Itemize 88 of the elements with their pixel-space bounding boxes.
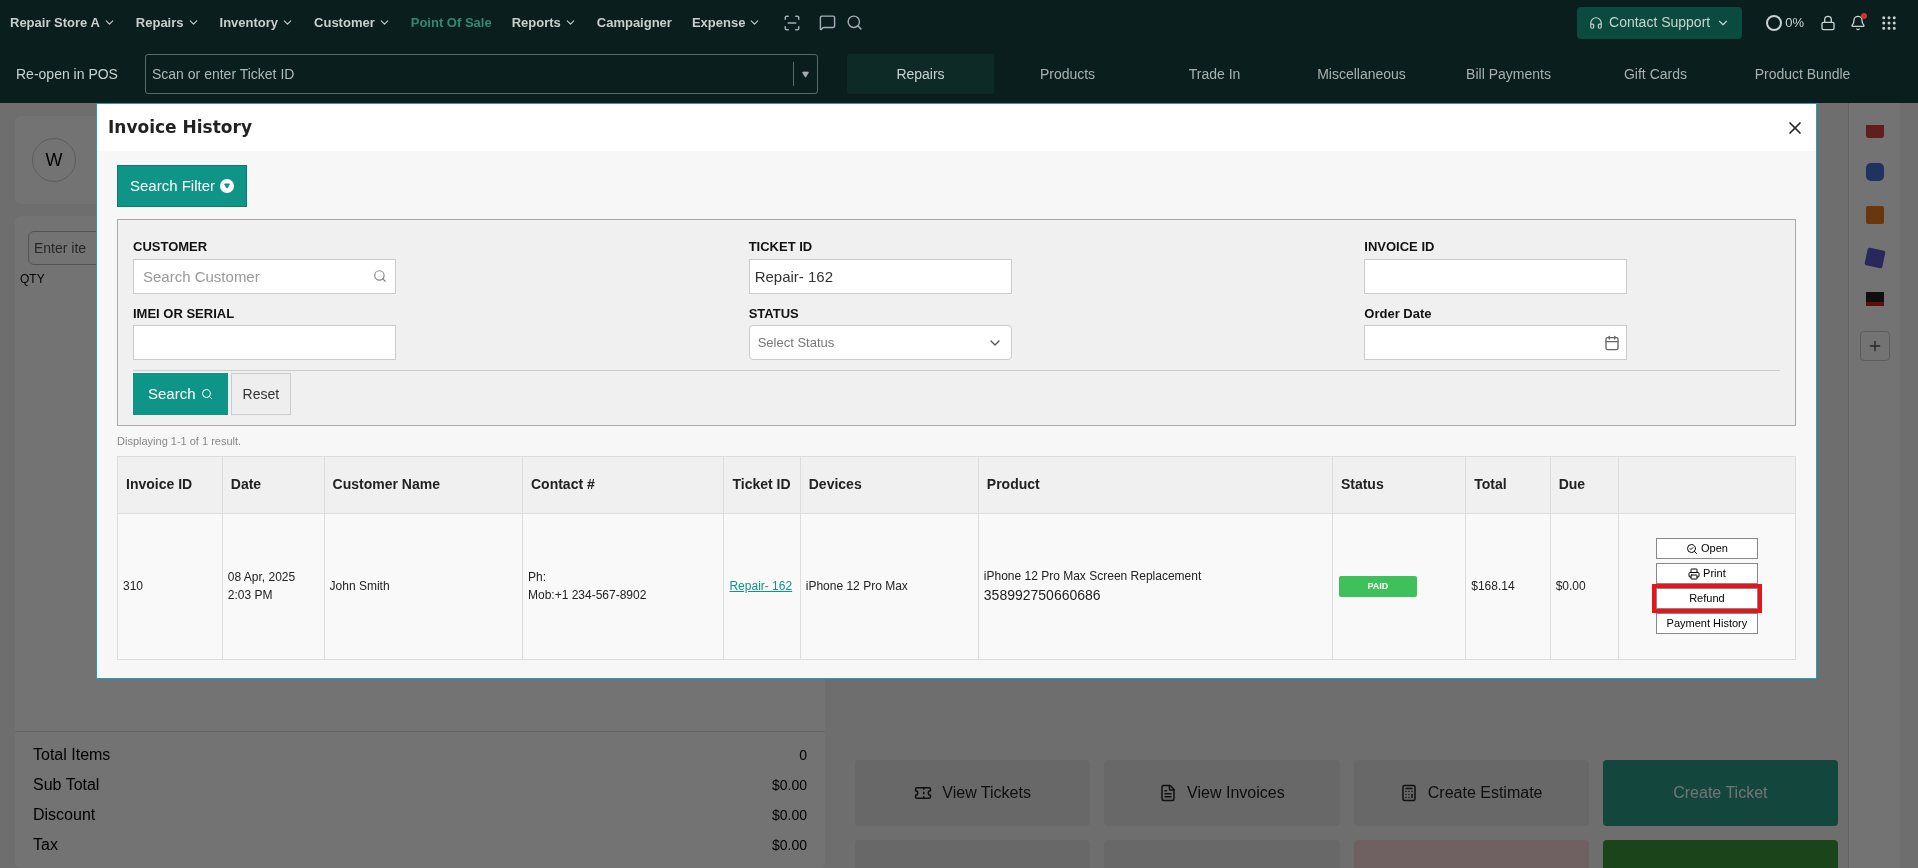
total-value: $0.00 <box>771 775 807 795</box>
field-label: Order Date <box>1364 304 1433 323</box>
progress-text: 0% <box>1785 13 1804 32</box>
pos-tab[interactable]: Trade In <box>1141 54 1288 94</box>
table-cell: $0.00 <box>1550 513 1619 659</box>
invoice-icon <box>1159 784 1178 802</box>
search-filter-button[interactable]: Search Filter <box>117 165 248 207</box>
total-label: Sub Total <box>33 775 100 795</box>
headset-icon <box>1589 15 1604 30</box>
column-header: Contact # <box>522 456 724 513</box>
table-cell: iPhone 12 Pro Max <box>800 513 979 659</box>
column-header: Date <box>222 456 325 513</box>
pos-tab[interactable]: Product Bundle <box>1729 54 1876 94</box>
nav-item[interactable]: Repair Store A <box>10 12 116 33</box>
add-button[interactable] <box>1859 331 1890 361</box>
table-cell: 08 Apr, 2025 2:03 PM <box>222 513 325 659</box>
total-value: 0 <box>799 745 807 765</box>
column-header: Total <box>1465 456 1551 513</box>
calendar-icon <box>1604 334 1621 351</box>
dialog-title: Invoice History <box>108 115 252 139</box>
table-cell: $168.14 <box>1465 513 1551 659</box>
field-label: STATUS <box>748 304 800 323</box>
pos-tab[interactable]: Products <box>994 54 1141 94</box>
pos-tab[interactable]: Gift Cards <box>1582 54 1729 94</box>
reset-button[interactable]: Reset <box>230 373 292 415</box>
status-badge: PAID <box>1338 575 1417 597</box>
nav-item[interactable]: Repairs <box>135 12 200 33</box>
nav-item[interactable]: Reports <box>511 12 577 33</box>
field-label: INVOICE ID <box>1364 238 1436 256</box>
ticket-icon <box>914 784 933 802</box>
product-name: iPhone 12 Pro Max Screen Replacement <box>983 567 1203 585</box>
progress-ring-icon <box>1766 14 1783 31</box>
column-header: Customer Name <box>324 456 523 513</box>
text-field[interactable] <box>133 325 396 360</box>
nav-item[interactable]: Point Of Sale <box>410 12 492 33</box>
table-cell: John Smith <box>324 513 523 659</box>
reopen-label: Re-open in POS <box>16 64 119 84</box>
qty-header: QTY <box>20 271 45 288</box>
total-label: Discount <box>33 805 96 825</box>
pos-tab[interactable]: Bill Payments <box>1435 54 1582 94</box>
date-field[interactable] <box>1364 325 1628 360</box>
total-value: $0.00 <box>771 835 807 855</box>
column-header: Product <box>978 456 1333 513</box>
field-label: TICKET ID <box>748 238 814 256</box>
nav-item[interactable]: Expense <box>691 12 762 33</box>
chat-icon[interactable] <box>819 14 837 31</box>
column-header: Status <box>1332 456 1466 513</box>
row-action-button[interactable]: Print <box>1655 563 1758 584</box>
search-icon[interactable] <box>846 14 864 31</box>
contact-support-button[interactable]: Contact Support <box>1577 6 1743 39</box>
nav-item[interactable]: Campaigner <box>596 12 672 33</box>
ticket-id-field[interactable]: Scan or enter Ticket ID <box>145 54 818 94</box>
serial-number: 358992750660686 <box>983 585 1102 605</box>
text-field[interactable]: Repair- 162 <box>748 258 1012 294</box>
apps-grid-icon[interactable] <box>1880 13 1898 32</box>
pos-tab[interactable]: Repairs <box>847 54 994 94</box>
status-select[interactable]: Select Status <box>748 325 1012 360</box>
estimate-icon <box>1399 784 1418 802</box>
printer-icon <box>1688 567 1701 580</box>
ticket-link[interactable]: Repair- 162 <box>729 579 793 593</box>
field-label: IMEI OR SERIAL <box>133 304 236 323</box>
caret-icon <box>802 70 809 78</box>
caret-icon <box>224 183 231 189</box>
column-header: Due <box>1550 456 1619 513</box>
total-label: Tax <box>33 835 58 855</box>
search-icon <box>200 388 213 400</box>
total-label: Total Items <box>33 745 111 765</box>
column-header: Devices <box>800 456 979 513</box>
column-header: Ticket ID <box>723 456 801 513</box>
column-header: Invoice ID <box>117 456 223 513</box>
bell-icon[interactable] <box>1850 14 1866 31</box>
row-action-button[interactable]: Open <box>1655 538 1758 559</box>
field-label: CUSTOMER <box>133 238 209 256</box>
pos-tab[interactable]: Miscellaneous <box>1288 54 1435 94</box>
row-action-button[interactable]: Payment History <box>1655 613 1758 634</box>
scan-icon[interactable] <box>783 13 802 32</box>
search-button[interactable]: Search <box>133 373 228 415</box>
nav-item[interactable]: Inventory <box>219 12 295 33</box>
customer-search-field[interactable]: Search Customer <box>133 258 396 294</box>
text-field[interactable] <box>1364 258 1628 294</box>
total-value: $0.00 <box>771 805 807 825</box>
lock-icon[interactable] <box>1820 14 1836 31</box>
table-cell: Ph: Mob:+1 234-567-8902 <box>522 513 724 659</box>
search-icon <box>373 268 387 283</box>
result-count: Displaying 1-1 of 1 result. <box>117 434 243 449</box>
magnifier-icon <box>1685 542 1698 555</box>
nav-item[interactable]: Customer <box>314 12 391 33</box>
table-cell: 310 <box>117 513 223 659</box>
